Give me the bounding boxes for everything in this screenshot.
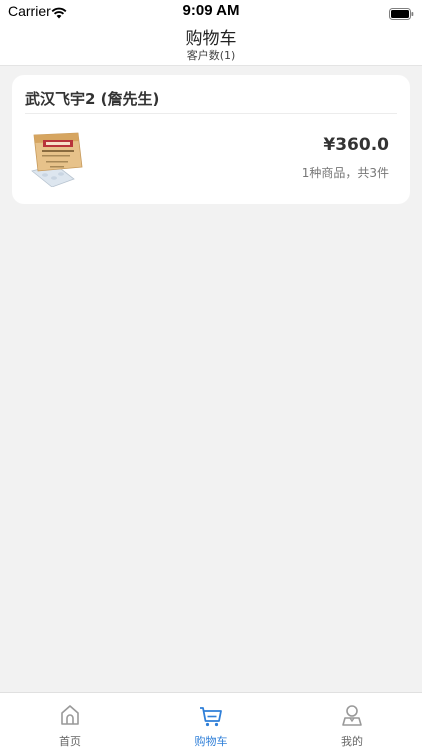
cart-summary: 1种商品，共3件 (301, 166, 389, 180)
tab-home[interactable]: 首页 (0, 693, 140, 750)
page-title: 购物车 (185, 29, 237, 49)
cart-screen: Carrier 9:09 AM 购物车 客户数(1) 武汉飞宇2 (詹先生) ¥… (0, 0, 422, 750)
customer-name[interactable]: 武汉飞宇2 (詹先生) (25, 88, 159, 109)
status-bar: Carrier 9:09 AM (0, 0, 422, 22)
divider (25, 113, 397, 114)
tab-cart[interactable]: 购物车 (141, 693, 281, 750)
tab-profile-label: 我的 (341, 735, 363, 748)
tab-bar: 首页 购物车 我的 (0, 692, 422, 750)
medicine-box-icon (30, 131, 90, 188)
customer-count: 客户数(1) (186, 49, 236, 62)
home-icon (58, 703, 82, 727)
tab-cart-label: 购物车 (194, 735, 228, 748)
nav-header: 购物车 客户数(1) (0, 22, 422, 66)
tab-profile[interactable]: 我的 (282, 693, 422, 750)
clock: 9:09 AM (182, 2, 240, 19)
tab-home-label: 首页 (59, 735, 81, 748)
cart-icon (199, 703, 223, 727)
cart-card[interactable]: 武汉飞宇2 (詹先生) ¥360.0 1种商品，共3件 (12, 75, 410, 204)
user-icon (340, 703, 364, 727)
cart-total-price: ¥360.0 (323, 135, 389, 155)
